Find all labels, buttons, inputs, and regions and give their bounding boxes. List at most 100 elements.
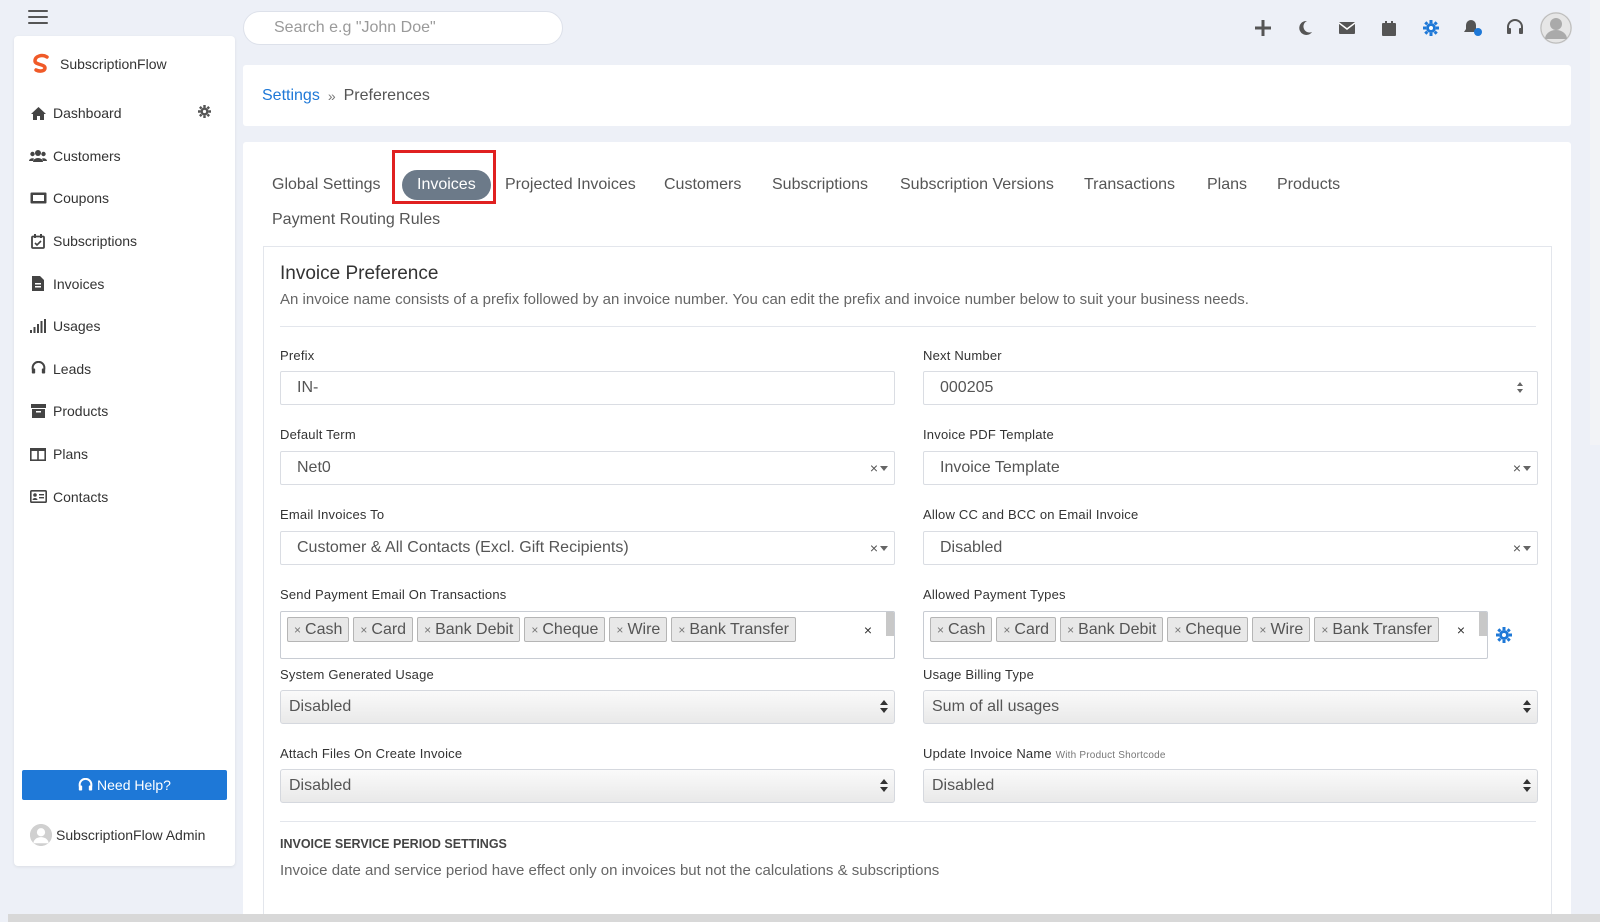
select-arrows-icon <box>880 779 888 793</box>
chip-remove-icon[interactable]: × <box>937 623 944 637</box>
select-arrows-icon <box>880 700 888 714</box>
scrollbar[interactable] <box>1479 612 1487 636</box>
chip-label: Wire <box>627 621 661 638</box>
chip-label: Cash <box>948 621 986 638</box>
system-usage-select[interactable]: Disabled <box>280 690 895 724</box>
clear-icon[interactable]: × <box>1513 452 1521 484</box>
moon-icon[interactable] <box>1284 10 1326 46</box>
gear-icon[interactable] <box>198 105 211 121</box>
tab-customers[interactable]: Customers <box>664 170 741 200</box>
default-term-select[interactable]: Net0 × <box>280 451 895 485</box>
usage-billing-value: Sum of all usages <box>932 698 1060 715</box>
tab-global-settings[interactable]: Global Settings <box>272 170 381 200</box>
clear-icon[interactable]: × <box>1457 622 1465 638</box>
brand-name: SubscriptionFlow <box>60 56 167 72</box>
usage-billing-label: Usage Billing Type <box>923 667 1035 682</box>
page-scrollbar[interactable] <box>1590 0 1600 445</box>
chip: × Cash <box>287 617 350 642</box>
plus-icon[interactable] <box>1242 10 1284 46</box>
chip-remove-icon[interactable]: × <box>360 623 367 637</box>
header-toolbar <box>1242 10 1572 46</box>
menu-toggle-icon[interactable] <box>28 10 48 24</box>
search-input[interactable] <box>243 11 563 45</box>
headset-icon[interactable] <box>1494 10 1536 46</box>
chip-remove-icon[interactable]: × <box>1259 623 1266 637</box>
settings-card: Global Settings Invoices Projected Invoi… <box>243 142 1571 922</box>
sidebar-item-leads[interactable]: Leads <box>14 348 235 391</box>
sidebar-item-customers[interactable]: Customers <box>14 135 235 178</box>
invoice-icon <box>29 276 47 292</box>
chip-remove-icon[interactable]: × <box>1067 623 1074 637</box>
tab-products[interactable]: Products <box>1277 170 1340 200</box>
attach-files-select[interactable]: Disabled <box>280 769 895 803</box>
chip-remove-icon[interactable]: × <box>294 623 301 637</box>
tab-payment-routing-rules[interactable]: Payment Routing Rules <box>272 205 440 235</box>
prefix-input[interactable]: IN- <box>280 371 895 405</box>
usage-billing-select[interactable]: Sum of all usages <box>923 690 1538 724</box>
bell-icon[interactable] <box>1452 10 1494 46</box>
chip-remove-icon[interactable]: × <box>678 623 685 637</box>
mail-icon[interactable] <box>1326 10 1368 46</box>
tab-plans[interactable]: Plans <box>1207 170 1247 200</box>
scrollbar[interactable] <box>886 612 894 636</box>
gear-icon[interactable] <box>1496 627 1512 648</box>
update-name-select[interactable]: Disabled <box>923 769 1538 803</box>
chip: × Cash <box>930 617 993 642</box>
sidebar-item-usages[interactable]: Usages <box>14 305 235 348</box>
chip-remove-icon[interactable]: × <box>1321 623 1328 637</box>
clear-icon[interactable]: × <box>870 532 878 564</box>
sidebar-item-label: Leads <box>53 360 92 377</box>
chip-label: Bank Debit <box>435 621 514 638</box>
clear-icon[interactable]: × <box>870 452 878 484</box>
chip-remove-icon[interactable]: × <box>531 623 538 637</box>
tab-subscriptions[interactable]: Subscriptions <box>772 170 868 200</box>
tab-transactions[interactable]: Transactions <box>1084 170 1175 200</box>
chip: × Wire <box>1252 617 1311 642</box>
clear-icon[interactable]: × <box>1513 532 1521 564</box>
chip-label: Card <box>1014 621 1050 638</box>
breadcrumb-settings-link[interactable]: Settings <box>262 87 320 105</box>
sidebar-item-invoices[interactable]: Invoices <box>14 262 235 305</box>
tab-invoices[interactable]: Invoices <box>402 170 491 200</box>
avatar[interactable] <box>1540 12 1572 44</box>
pdf-template-select[interactable]: Invoice Template × <box>923 451 1538 485</box>
sidebar-item-coupons[interactable]: Coupons <box>14 177 235 220</box>
tab-projected-invoices[interactable]: Projected Invoices <box>505 170 636 200</box>
next-number-input[interactable]: 000205 <box>923 371 1538 405</box>
headset-icon <box>78 777 93 790</box>
sidebar-item-contacts[interactable]: Contacts <box>14 475 235 518</box>
default-term-value: Net0 <box>297 459 331 476</box>
default-term-label: Default Term <box>280 427 356 442</box>
chip-remove-icon[interactable]: × <box>616 623 623 637</box>
chip: × Cheque <box>1167 617 1249 642</box>
send-payment-email-multiselect[interactable]: × Cash × Card × Bank Debit × Cheque × Wire × Bank T… <box>280 611 895 659</box>
sidebar-item-subscriptions[interactable]: Subscriptions <box>14 220 235 263</box>
sidebar-user[interactable]: SubscriptionFlow Admin <box>30 824 205 846</box>
breadcrumb-current: Preferences <box>343 86 430 104</box>
chip: × Bank Transfer <box>1314 617 1439 642</box>
sidebar-item-products[interactable]: Products <box>14 390 235 433</box>
brand[interactable]: SubscriptionFlow <box>14 36 235 92</box>
email-to-label: Email Invoices To <box>280 507 385 522</box>
clear-icon[interactable]: × <box>864 622 872 638</box>
sidebar-item-plans[interactable]: Plans <box>14 433 235 476</box>
chip-remove-icon[interactable]: × <box>1003 623 1010 637</box>
need-help-button[interactable]: Need Help? <box>22 770 227 800</box>
tab-subscription-versions[interactable]: Subscription Versions <box>900 170 1054 200</box>
horizontal-scrollbar[interactable] <box>8 914 1600 922</box>
update-name-label: Update Invoice Name With Product Shortco… <box>923 746 1166 761</box>
chip-remove-icon[interactable]: × <box>424 623 431 637</box>
allowed-payment-types-multiselect[interactable]: × Cash × Card × Bank Debit × Cheque × Wire × Bank T… <box>923 611 1488 659</box>
chip: × Bank Transfer <box>671 617 796 642</box>
calendar-icon[interactable] <box>1368 10 1410 46</box>
allow-cc-select[interactable]: Disabled × <box>923 531 1538 565</box>
sidebar-item-dashboard[interactable]: Dashboard <box>14 92 235 135</box>
number-stepper-icon[interactable] <box>1517 382 1525 395</box>
chip-label: Cheque <box>542 621 599 638</box>
chip-remove-icon[interactable]: × <box>1174 623 1181 637</box>
gear-icon[interactable] <box>1410 10 1452 46</box>
chip: × Card <box>996 617 1057 642</box>
chip: × Wire <box>609 617 668 642</box>
email-to-select[interactable]: Customer & All Contacts (Excl. Gift Reci… <box>280 531 895 565</box>
select-arrows-icon <box>1523 700 1531 714</box>
